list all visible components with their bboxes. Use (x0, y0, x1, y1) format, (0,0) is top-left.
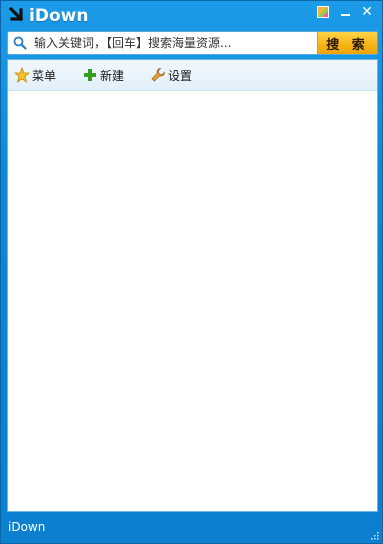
resize-grip-icon[interactable] (370, 531, 379, 540)
new-button[interactable]: 新建 (82, 67, 124, 84)
search-bar: 搜 索 (7, 31, 378, 55)
download-list[interactable] (8, 91, 377, 511)
star-icon (14, 67, 30, 83)
app-title: iDown (29, 6, 89, 26)
plus-icon (84, 69, 97, 81)
settings-label: 设置 (168, 68, 193, 83)
close-icon: ✕ (361, 4, 373, 20)
search-button[interactable]: 搜 索 (317, 32, 377, 54)
minimize-button[interactable] (334, 2, 356, 22)
skin-icon (317, 6, 329, 18)
menu-label: 菜单 (32, 68, 57, 83)
window-controls: ✕ (312, 2, 378, 22)
minimize-icon (340, 14, 350, 16)
search-input[interactable] (34, 34, 316, 52)
settings-button[interactable]: 设置 (150, 67, 192, 84)
close-button[interactable]: ✕ (356, 2, 378, 22)
app-logo: iDown (8, 4, 88, 28)
title-bar[interactable]: iDown ✕ (1, 1, 382, 29)
main-panel: 菜单 新建 设置 (7, 59, 378, 512)
skin-button[interactable] (312, 2, 334, 22)
search-icon (13, 36, 27, 50)
toolbar: 菜单 新建 设置 (8, 60, 377, 91)
app-window: iDown ✕ 搜 索 菜单 (0, 0, 383, 544)
logo-arrow-icon (8, 6, 24, 22)
wrench-icon (151, 68, 165, 82)
menu-button[interactable]: 菜单 (14, 67, 56, 84)
status-bar: iDown (1, 513, 382, 543)
status-text: iDown (8, 520, 46, 534)
new-label: 新建 (100, 68, 125, 83)
